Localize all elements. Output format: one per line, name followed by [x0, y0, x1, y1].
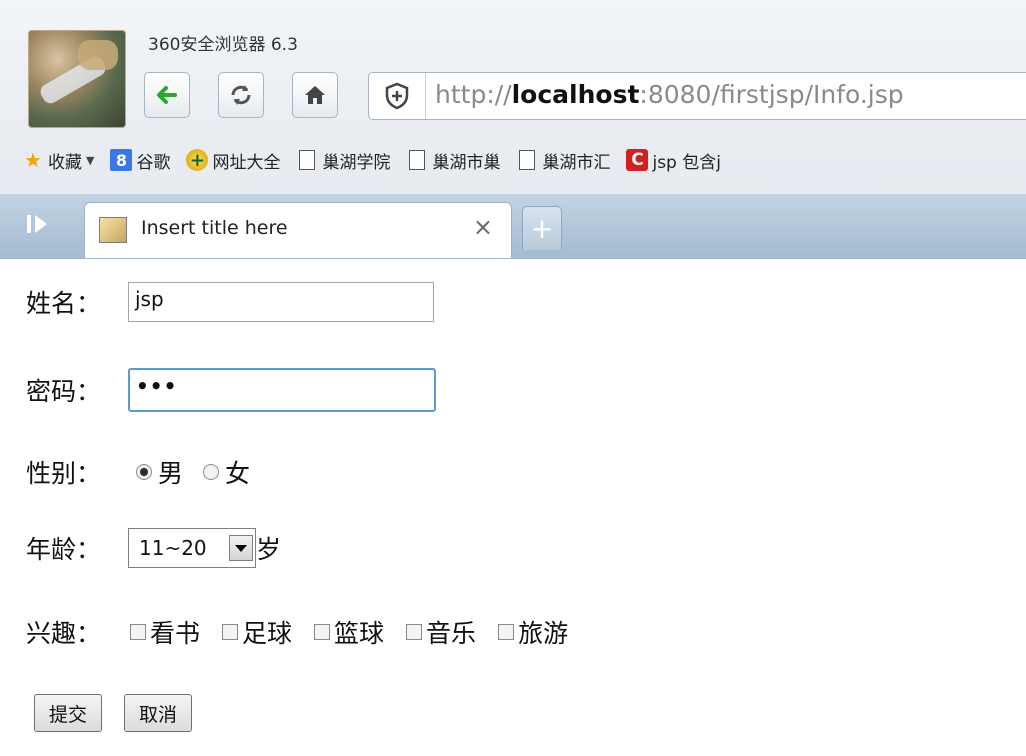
- gender-female-label: 女: [225, 459, 251, 488]
- button-row: 提交 取消: [34, 694, 214, 732]
- gender-male-radio[interactable]: [136, 464, 152, 480]
- document-icon: [409, 150, 426, 170]
- password-row: 密码： •••: [26, 368, 436, 412]
- address-url[interactable]: http://localhost:8080/firstjsp/Info.jsp: [435, 80, 904, 109]
- refresh-button[interactable]: [218, 72, 264, 118]
- bookmark-favorites[interactable]: ★ 收藏 ▼: [22, 148, 94, 173]
- sidebar-toggle-icon: [27, 215, 47, 233]
- bookmark-google[interactable]: 8 谷歌: [110, 148, 170, 173]
- cancel-button[interactable]: 取消: [124, 694, 193, 732]
- c-logo-icon: C: [626, 149, 649, 171]
- hobby-music-label: 音乐: [426, 619, 477, 648]
- age-unit: 岁: [256, 535, 282, 564]
- age-row: 年龄： 11~20 岁: [26, 528, 281, 568]
- tab-bar: Insert title here × +: [0, 194, 1026, 258]
- age-label: 年龄：: [26, 535, 102, 564]
- name-row: 姓名： jsp: [26, 282, 434, 322]
- bookmark-hao123[interactable]: + 网址大全: [186, 148, 280, 173]
- google-8-icon: 8: [110, 149, 133, 171]
- refresh-icon: [231, 85, 251, 105]
- document-icon: [299, 150, 316, 170]
- bookmark-jsp[interactable]: C jsp 包含j: [626, 148, 721, 173]
- hobby-reading-label: 看书: [150, 619, 201, 648]
- password-input[interactable]: •••: [128, 368, 436, 412]
- chevron-down-icon: ▼: [86, 153, 95, 167]
- star-icon: ★: [24, 148, 42, 172]
- new-tab-button[interactable]: +: [522, 206, 562, 250]
- hobby-basketball-checkbox[interactable]: [314, 624, 331, 640]
- tab-title: Insert title here: [141, 217, 288, 239]
- bookmarks-bar: ★ 收藏 ▼ 8 谷歌 + 网址大全 巢湖学院 巢湖市巢 巢湖市汇 C jsp …: [0, 140, 1026, 180]
- gender-female-radio[interactable]: [203, 464, 220, 480]
- document-icon: [519, 150, 536, 170]
- sidebar-toggle-button[interactable]: [10, 204, 66, 244]
- bookmark-chaohu-city-2[interactable]: 巢湖市汇: [516, 148, 610, 173]
- name-input[interactable]: jsp: [128, 282, 434, 322]
- gender-male-label: 男: [158, 459, 184, 488]
- browser-chrome: 360安全浏览器 6.3 http://localhost:8080/first…: [0, 0, 1026, 259]
- shield-icon: [385, 82, 409, 110]
- home-button[interactable]: [292, 72, 338, 118]
- submit-button[interactable]: 提交: [34, 694, 103, 732]
- home-icon: [305, 86, 325, 104]
- hobby-football-checkbox[interactable]: [222, 624, 239, 640]
- tab-insert-title[interactable]: Insert title here ×: [84, 202, 512, 258]
- age-select[interactable]: 11~20: [128, 528, 256, 568]
- bookmark-chaohu-college[interactable]: 巢湖学院: [296, 148, 390, 173]
- page-favicon-icon: [99, 217, 127, 243]
- browser-logo: [28, 30, 126, 128]
- back-button[interactable]: [144, 72, 190, 118]
- gender-row: 性别： 男 女: [26, 454, 262, 490]
- hobby-reading-checkbox[interactable]: [130, 624, 146, 640]
- back-arrow-icon: [157, 86, 177, 104]
- window-title: 360安全浏览器 6.3: [148, 35, 298, 55]
- hobby-row: 兴趣： 看书 足球 篮球 音乐 旅游: [26, 614, 582, 650]
- hobby-basketball-label: 篮球: [334, 619, 385, 648]
- age-selected-value: 11~20: [139, 536, 207, 560]
- password-label: 密码：: [26, 377, 102, 406]
- security-shield-button[interactable]: [369, 73, 426, 119]
- gender-label: 性别：: [26, 459, 102, 488]
- chevron-down-icon[interactable]: [229, 535, 253, 561]
- close-tab-icon[interactable]: ×: [473, 213, 493, 241]
- plus-circle-icon: +: [186, 149, 209, 171]
- hobby-travel-label: 旅游: [518, 619, 569, 648]
- address-bar[interactable]: http://localhost:8080/firstjsp/Info.jsp: [368, 72, 1026, 120]
- hobby-travel-checkbox[interactable]: [498, 624, 515, 640]
- hobby-football-label: 足球: [242, 619, 293, 648]
- name-label: 姓名：: [26, 289, 102, 318]
- hobby-label: 兴趣：: [26, 619, 102, 648]
- bookmark-chaohu-city-1[interactable]: 巢湖市巢: [406, 148, 500, 173]
- hobby-music-checkbox[interactable]: [406, 624, 423, 640]
